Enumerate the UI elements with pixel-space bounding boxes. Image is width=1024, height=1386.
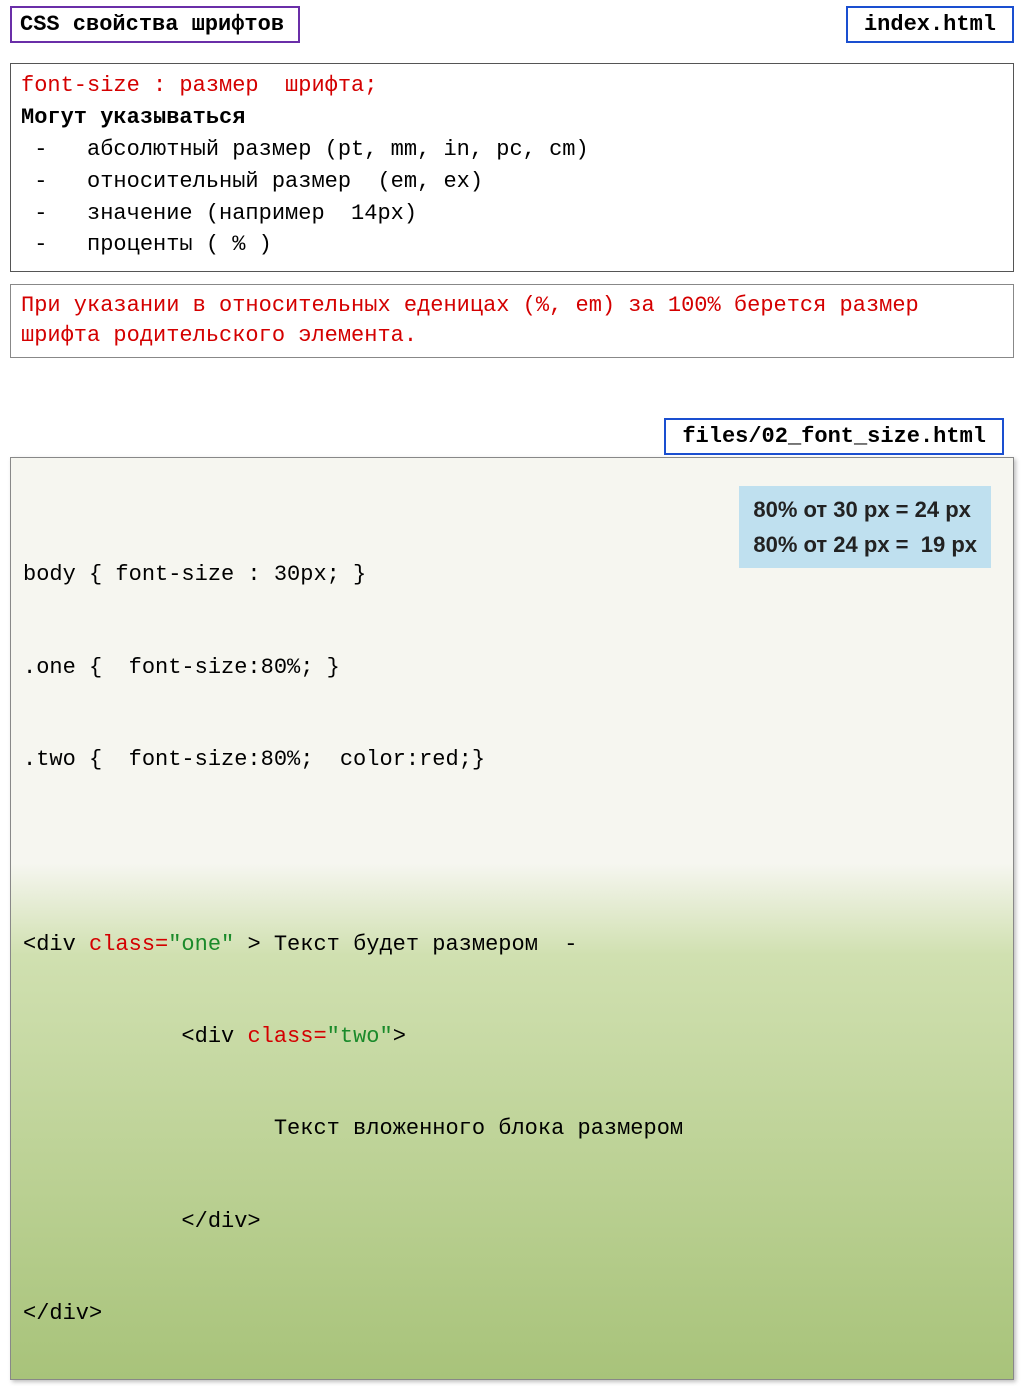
code-block: 80% от 30 px = 24 px 80% от 24 px = 19 p… xyxy=(10,457,1014,1380)
code-line-6: Текст вложенного блока размером xyxy=(23,1114,1001,1145)
desc-line-1: font-size : размер шрифта; xyxy=(21,70,1003,102)
desc-line-2: Могут указываться xyxy=(21,102,1003,134)
code-line-7: </div> xyxy=(23,1207,1001,1238)
calc-line-1: 80% от 30 px = 24 px xyxy=(753,497,971,522)
description-box: font-size : размер шрифта; Могут указыва… xyxy=(10,63,1014,272)
calc-line-2: 80% от 24 px = 19 px xyxy=(753,532,977,557)
file-label-index: index.html xyxy=(846,6,1014,43)
code-line-2: .one { font-size:80%; } xyxy=(23,653,1001,684)
page-title: CSS свойства шрифтов xyxy=(10,6,300,43)
code-blank-1 xyxy=(23,837,1001,868)
note-box: При указании в относительных еденицах (%… xyxy=(10,284,1014,357)
desc-line-5: - значение (например 14px) xyxy=(21,198,1003,230)
code-line-5: <div class="two"> xyxy=(23,1022,1001,1053)
desc-line-6: - проценты ( % ) xyxy=(21,229,1003,261)
desc-line-4: - относительный размер (em, ex) xyxy=(21,166,1003,198)
code-line-3: .two { font-size:80%; color:red;} xyxy=(23,745,1001,776)
file-label-example: files/02_font_size.html xyxy=(664,418,1004,455)
desc-line-3: - абсолютный размер (pt, mm, in, pc, cm) xyxy=(21,134,1003,166)
code-line-8: </div> xyxy=(23,1299,1001,1330)
code-line-4: <div class="one" > Текст будет размером … xyxy=(23,930,1001,961)
calculation-box: 80% от 30 px = 24 px 80% от 24 px = 19 p… xyxy=(739,486,991,568)
